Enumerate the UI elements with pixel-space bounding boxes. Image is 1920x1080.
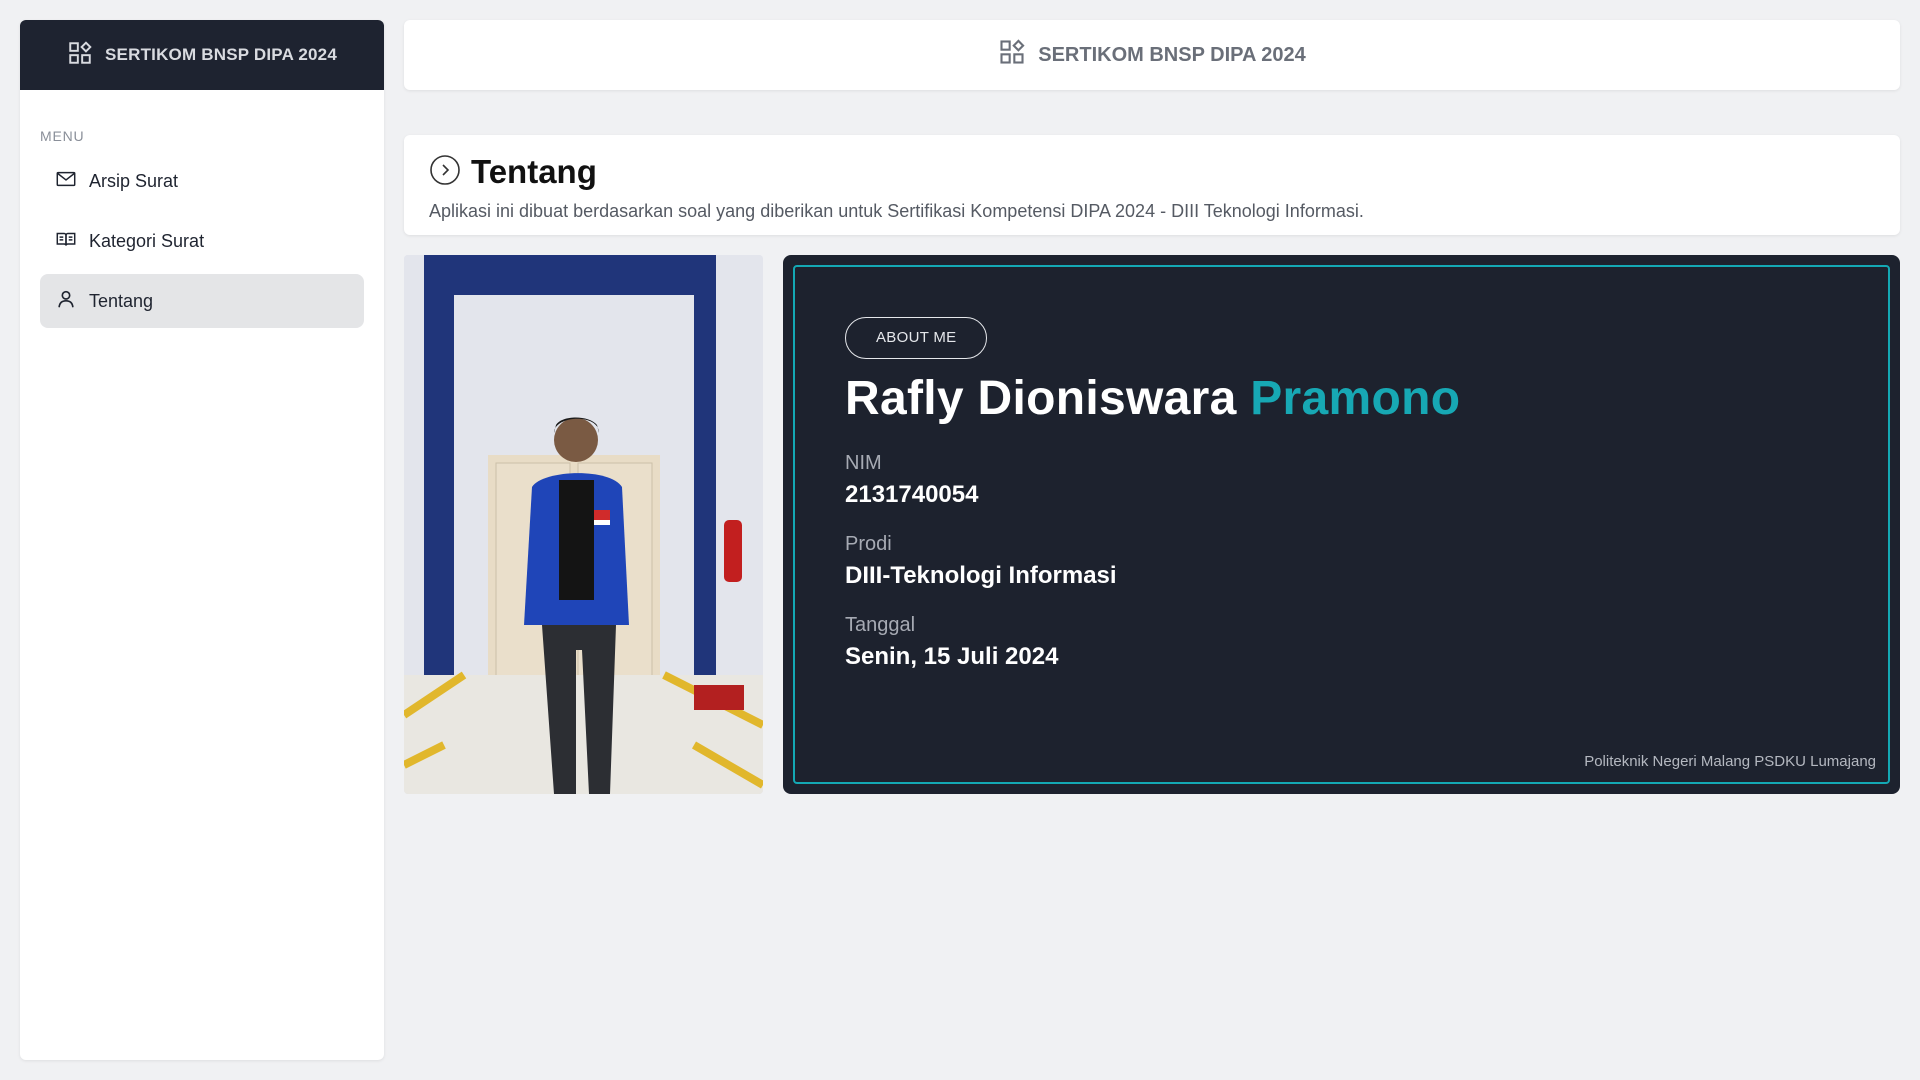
sidebar-item-kategori-surat[interactable]: Kategori Surat (40, 214, 364, 268)
dashboard-icon (67, 40, 93, 71)
menu-label: MENU (40, 128, 85, 144)
user-icon (55, 288, 77, 315)
profile-name: Rafly Dioniswara Pramono (845, 371, 1838, 426)
profile-name-main: Rafly Dioniswara (845, 372, 1237, 425)
sidebar-title: SERTIKOM BNSP DIPA 2024 (105, 45, 337, 64)
prodi-value: DIII-Teknologi Informasi (845, 562, 1117, 589)
top-header: SERTIKOM BNSP DIPA 2024 (404, 20, 1900, 90)
sidebar-item-label: Arsip Surat (89, 170, 179, 191)
page-description: Aplikasi ini dibuat berdasarkan soal yan… (429, 201, 1364, 221)
book-open-icon (55, 228, 77, 255)
sidebar: SERTIKOM BNSP DIPA 2024 MENU Arsip Surat… (20, 20, 384, 1060)
chevron-right-circle-icon (429, 154, 461, 191)
prodi-label: Prodi (845, 533, 892, 555)
page-title: Tentang (471, 153, 597, 190)
sidebar-item-arsip-surat[interactable]: Arsip Surat (40, 154, 364, 208)
profile-name-accent: Pramono (1250, 372, 1461, 425)
about-card: ABOUT ME Rafly Dioniswara Pramono NIM 21… (783, 255, 1900, 794)
header-title: SERTIKOM BNSP DIPA 2024 (1038, 43, 1306, 66)
tanggal-value: Senin, 15 Juli 2024 (845, 643, 1059, 670)
sidebar-item-label: Tentang (89, 290, 154, 311)
nim-value: 2131740054 (845, 481, 979, 508)
sidebar-item-label: Kategori Surat (89, 230, 205, 251)
nim-label: NIM (845, 452, 882, 474)
mail-icon (55, 168, 77, 195)
about-me-badge: ABOUT ME (845, 317, 988, 359)
tanggal-label: Tanggal (845, 614, 916, 636)
profile-photo (404, 255, 763, 794)
institution-footer: Politeknik Negeri Malang PSDKU Lumajang (1584, 753, 1876, 770)
sidebar-header[interactable]: SERTIKOM BNSP DIPA 2024 (20, 20, 384, 90)
sidebar-menu: Arsip Surat Kategori Surat Tentang (20, 154, 384, 328)
dashboard-icon (998, 38, 1026, 72)
page-title-card: Tentang Aplikasi ini dibuat berdasarkan … (404, 135, 1900, 235)
sidebar-item-tentang[interactable]: Tentang (40, 274, 364, 328)
about-card-frame: ABOUT ME Rafly Dioniswara Pramono NIM 21… (793, 265, 1890, 784)
